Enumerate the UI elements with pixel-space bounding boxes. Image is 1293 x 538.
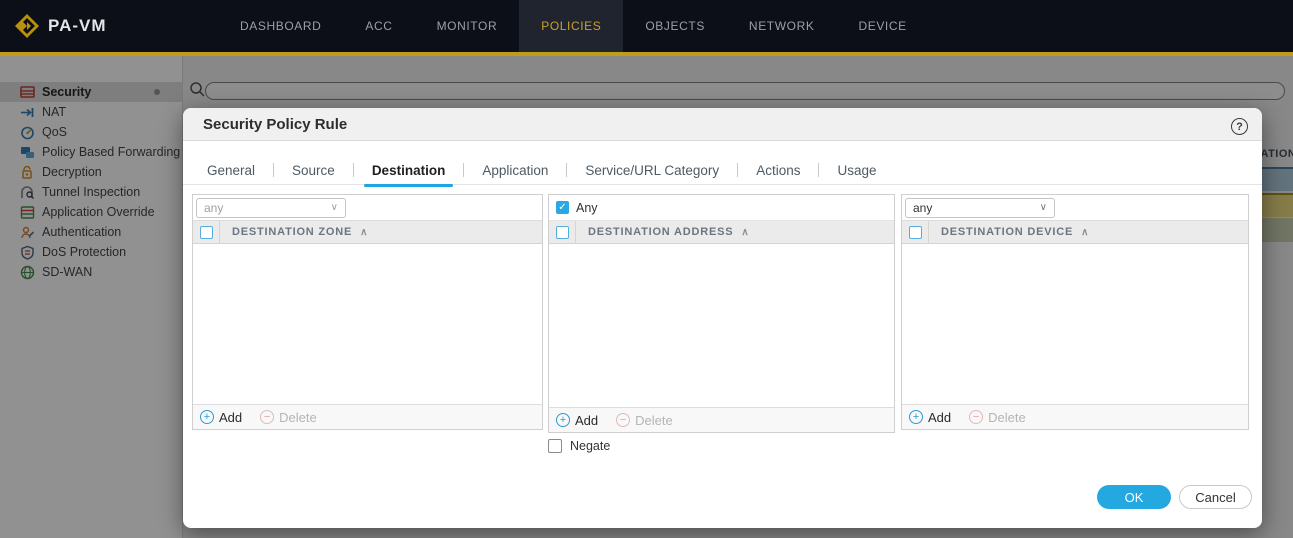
negate-label: Negate xyxy=(570,439,610,453)
nav-item-dashboard[interactable]: DASHBOARD xyxy=(218,0,343,52)
sort-ascending-icon[interactable]: ∧ xyxy=(1081,227,1089,238)
plus-circle-icon: + xyxy=(556,413,570,427)
add-zone-button[interactable]: + Add xyxy=(200,410,242,425)
device-footer: + Add − Delete xyxy=(902,404,1248,429)
cancel-button[interactable]: Cancel xyxy=(1179,485,1252,509)
gold-accent-bar xyxy=(0,52,1293,56)
device-type-value: any xyxy=(913,201,932,215)
nav-item-monitor[interactable]: MONITOR xyxy=(415,0,520,52)
sort-ascending-icon[interactable]: ∧ xyxy=(741,227,749,238)
chevron-down-icon: ∨ xyxy=(1040,202,1047,213)
device-type-row: any ∨ xyxy=(902,195,1248,221)
tab-separator xyxy=(737,163,738,177)
add-label: Add xyxy=(219,410,242,425)
minus-circle-icon: − xyxy=(969,410,983,424)
delete-device-button[interactable]: − Delete xyxy=(969,410,1026,425)
select-all-cell xyxy=(549,221,576,243)
destination-address-column-label: DESTINATION ADDRESS ∧ xyxy=(576,226,750,238)
nav-menu: DASHBOARD ACC MONITOR POLICIES OBJECTS N… xyxy=(218,0,929,52)
security-policy-rule-dialog: Security Policy Rule ? General Source De… xyxy=(183,108,1262,528)
nav-item-objects[interactable]: OBJECTS xyxy=(623,0,727,52)
plus-circle-icon: + xyxy=(909,410,923,424)
any-address-row: ✓ Any xyxy=(549,195,894,221)
tab-actions[interactable]: Actions xyxy=(752,156,804,185)
select-all-cell xyxy=(193,221,220,243)
destination-device-panel: any ∨ DESTINATION DEVICE ∧ + Add xyxy=(901,194,1249,430)
destination-zone-list[interactable] xyxy=(193,244,542,404)
nav-item-policies[interactable]: POLICIES xyxy=(519,0,623,52)
address-footer: + Add − Delete xyxy=(549,407,894,432)
add-device-button[interactable]: + Add xyxy=(909,410,951,425)
column-header-text: DESTINATION DEVICE xyxy=(941,226,1073,238)
destination-device-list[interactable] xyxy=(902,244,1248,404)
destination-zone-header: DESTINATION ZONE ∧ xyxy=(193,221,542,244)
any-address-label: Any xyxy=(576,201,598,215)
tab-separator xyxy=(566,163,567,177)
tab-application[interactable]: Application xyxy=(478,156,552,185)
pa-vm-logo: PA-VM xyxy=(0,0,200,52)
delete-label: Delete xyxy=(988,410,1026,425)
column-header-text: DESTINATION ZONE xyxy=(232,226,352,238)
destination-device-column-label: DESTINATION DEVICE ∧ xyxy=(929,226,1089,238)
minus-circle-icon: − xyxy=(616,413,630,427)
negate-row: Negate xyxy=(548,439,610,453)
zone-footer: + Add − Delete xyxy=(193,404,542,429)
add-label: Add xyxy=(928,410,951,425)
destination-zone-column-label: DESTINATION ZONE ∧ xyxy=(220,226,368,238)
delete-zone-button[interactable]: − Delete xyxy=(260,410,317,425)
delete-label: Delete xyxy=(635,413,673,428)
tab-general[interactable]: General xyxy=(203,156,259,185)
destination-device-header: DESTINATION DEVICE ∧ xyxy=(902,221,1248,244)
tab-separator xyxy=(818,163,819,177)
delete-label: Delete xyxy=(279,410,317,425)
nav-item-device[interactable]: DEVICE xyxy=(836,0,928,52)
zone-type-value: any xyxy=(204,201,223,215)
palo-alto-logo-icon xyxy=(14,13,40,39)
tab-service-url-category[interactable]: Service/URL Category xyxy=(581,156,723,185)
tab-separator xyxy=(353,163,354,177)
zone-type-row: any ∨ xyxy=(193,195,542,221)
chevron-down-icon: ∨ xyxy=(331,202,338,213)
tab-separator xyxy=(273,163,274,177)
plus-circle-icon: + xyxy=(200,410,214,424)
device-type-select[interactable]: any ∨ xyxy=(905,198,1055,218)
add-address-button[interactable]: + Add xyxy=(556,413,598,428)
logo-text: PA-VM xyxy=(48,16,107,36)
select-all-addresses-checkbox[interactable] xyxy=(556,226,569,239)
top-navbar: PA-VM DASHBOARD ACC MONITOR POLICIES OBJ… xyxy=(0,0,1293,52)
dialog-header: Security Policy Rule xyxy=(183,108,1262,141)
any-address-checkbox[interactable]: ✓ xyxy=(556,201,569,214)
dialog-actions: OK Cancel xyxy=(1097,485,1252,509)
column-header-text: DESTINATION ADDRESS xyxy=(588,226,733,238)
add-label: Add xyxy=(575,413,598,428)
tab-source[interactable]: Source xyxy=(288,156,339,185)
zone-type-select[interactable]: any ∨ xyxy=(196,198,346,218)
sort-ascending-icon[interactable]: ∧ xyxy=(360,227,368,238)
tab-usage[interactable]: Usage xyxy=(833,156,880,185)
select-all-cell xyxy=(902,221,929,243)
delete-address-button[interactable]: − Delete xyxy=(616,413,673,428)
dialog-tabs: General Source Destination Application S… xyxy=(183,156,1262,185)
page-background: Security NAT QoS Policy Based Forwarding xyxy=(0,56,1293,538)
negate-checkbox[interactable] xyxy=(548,439,562,453)
tab-destination[interactable]: Destination xyxy=(368,156,450,185)
tab-separator xyxy=(463,163,464,177)
nav-item-network[interactable]: NETWORK xyxy=(727,0,837,52)
help-icon[interactable]: ? xyxy=(1231,118,1248,135)
select-all-devices-checkbox[interactable] xyxy=(909,226,922,239)
nav-item-acc[interactable]: ACC xyxy=(343,0,414,52)
ok-button[interactable]: OK xyxy=(1097,485,1171,509)
destination-address-panel: ✓ Any DESTINATION ADDRESS ∧ + Add xyxy=(548,194,895,433)
destination-address-list[interactable] xyxy=(549,244,894,407)
select-all-zones-checkbox[interactable] xyxy=(200,226,213,239)
dialog-title: Security Policy Rule xyxy=(203,116,347,133)
destination-address-header: DESTINATION ADDRESS ∧ xyxy=(549,221,894,244)
minus-circle-icon: − xyxy=(260,410,274,424)
destination-zone-panel: any ∨ DESTINATION ZONE ∧ + Add xyxy=(192,194,543,430)
